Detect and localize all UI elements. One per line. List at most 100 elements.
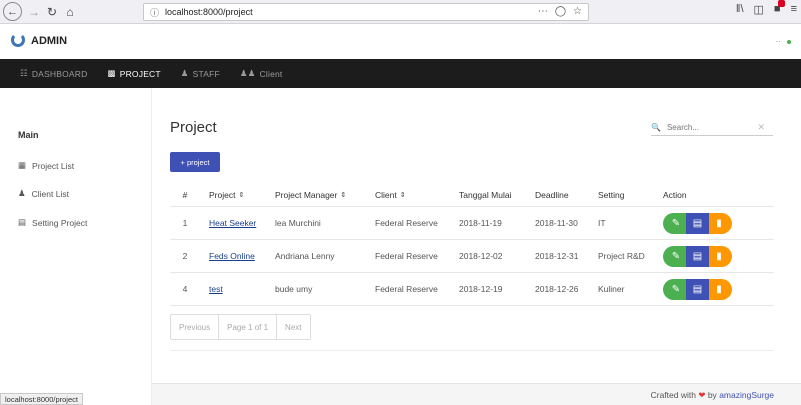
reload-icon[interactable]: ↻	[43, 3, 61, 21]
header-project[interactable]: Project ⇕	[209, 183, 244, 206]
action-button-group: ✎ ▤ ▮	[663, 278, 732, 300]
settings-icon: ▤	[18, 217, 27, 227]
previous-button[interactable]: Previous	[171, 315, 220, 339]
address-bar[interactable]: ⓘ localhost:8000/project ⋯ ◯ ☆	[143, 3, 589, 21]
clipboard-icon: ▤	[692, 217, 703, 229]
sidebar-title: Main	[18, 130, 39, 140]
nav-project[interactable]: ▩ PROJECT	[107, 68, 160, 79]
header-label: Project	[209, 189, 236, 200]
nav-client[interactable]: ♟♟ Client	[240, 68, 283, 79]
header-manager[interactable]: Project Manager ⇕	[275, 183, 346, 206]
page-info: Page 1 of 1	[219, 315, 278, 339]
delete-button[interactable]: ▮	[709, 278, 732, 300]
header-label: Client	[375, 189, 397, 200]
row-client: Federal Reserve	[375, 284, 438, 294]
sidebar-item-setting-project[interactable]: ▤ Setting Project	[18, 217, 87, 228]
row-number: 2	[182, 251, 188, 261]
author-link[interactable]: amazingSurge	[719, 390, 774, 400]
footer-credit: Crafted with ❤ by amazingSurge	[651, 390, 774, 401]
info-icon[interactable]: ⓘ	[150, 6, 159, 19]
status-bar-url: localhost:8000/project	[0, 393, 83, 405]
detail-button[interactable]: ▤	[686, 212, 709, 234]
project-link[interactable]: Heat Seeker	[209, 218, 256, 228]
logo-icon	[11, 33, 25, 47]
header-number: #	[182, 189, 188, 200]
add-project-button[interactable]: + project	[170, 152, 220, 172]
menu-icon[interactable]: ≡	[791, 3, 797, 16]
table-row: 2 Feds Online Andriana Lenny Federal Res…	[170, 240, 774, 273]
nav-staff[interactable]: ♟ STAFF	[181, 68, 220, 79]
nav-label: DASHBOARD	[31, 68, 88, 79]
extension-icon[interactable]: ■	[774, 0, 785, 16]
row-deadline: 2018-12-31	[535, 251, 579, 261]
group-icon: ♟	[18, 188, 26, 198]
forward-arrow-icon[interactable]: →	[25, 3, 43, 21]
trash-icon: ▮	[716, 217, 722, 229]
page-title: Project	[170, 119, 217, 136]
sidebar-item-client-list[interactable]: ♟ Client List	[18, 188, 69, 199]
trash-icon: ▮	[716, 283, 722, 295]
briefcase-icon: ▩	[107, 68, 116, 78]
row-manager: bude umy	[275, 284, 313, 294]
main-content: Project 🔍 ✕ + project # Project⇕ Project…	[152, 88, 801, 383]
row-manager: Andriana Lenny	[275, 251, 335, 261]
clear-icon[interactable]: ✕	[757, 122, 765, 133]
top-navigation: ☷ DASHBOARD ▩ PROJECT ♟ STAFF ♟♟ Client	[0, 59, 801, 88]
search-input[interactable]	[666, 123, 751, 132]
detail-button[interactable]: ▤	[686, 278, 709, 300]
sort-icon: ⇕	[238, 191, 245, 199]
pencil-icon: ✎	[671, 250, 681, 262]
next-button[interactable]: Next	[277, 315, 309, 339]
heart-icon: ❤	[698, 390, 706, 400]
brand-name: ADMIN	[31, 35, 68, 47]
back-arrow-icon[interactable]: ←	[3, 2, 22, 21]
sort-icon: ⇕	[340, 191, 347, 199]
pocket-icon[interactable]: ◯	[555, 6, 566, 17]
online-status-icon	[787, 39, 791, 44]
trash-icon: ▮	[716, 250, 722, 262]
person-icon: ♟	[180, 68, 189, 78]
bookmark-star-icon[interactable]: ☆	[573, 6, 582, 17]
footer: Crafted with ❤ by amazingSurge	[152, 383, 801, 405]
row-deadline: 2018-11-30	[535, 218, 578, 228]
sort-icon: ⇕	[399, 191, 406, 199]
header-client[interactable]: Client ⇕	[375, 183, 406, 206]
sidebar-toggle-icon[interactable]: ◫	[754, 3, 764, 16]
project-link[interactable]: test	[209, 284, 223, 294]
row-deadline: 2018-12-26	[535, 284, 579, 294]
footer-prefix: Crafted with	[650, 390, 696, 400]
home-icon[interactable]: ⌂	[61, 3, 79, 21]
row-number: 4	[182, 284, 188, 294]
detail-button[interactable]: ▤	[686, 245, 709, 267]
delete-button[interactable]: ▮	[709, 245, 732, 267]
nav-dashboard[interactable]: ☷ DASHBOARD	[20, 68, 87, 79]
row-client: Federal Reserve	[375, 251, 438, 261]
sidebar-item-project-list[interactable]: ▦ Project List	[18, 160, 74, 171]
grid-icon: ▦	[18, 160, 27, 170]
row-setting: IT	[598, 218, 606, 228]
dashboard-icon: ☷	[20, 68, 28, 78]
header-action: Action	[663, 189, 687, 200]
sidebar-item-label: Setting Project	[32, 217, 88, 228]
delete-button[interactable]: ▮	[709, 212, 732, 234]
notification-badge	[777, 0, 785, 7]
footer-by: by	[707, 390, 717, 400]
row-number: 1	[182, 218, 188, 228]
row-manager: lea Murchini	[275, 218, 321, 228]
header-setting: Setting	[598, 189, 625, 200]
library-icon[interactable]: ‖\	[736, 3, 744, 16]
header-deadline: Deadline	[535, 189, 569, 200]
table-header: # Project ⇕ Project Manager ⇕ Client ⇕ Tang…	[170, 183, 774, 207]
search-box[interactable]: 🔍 ✕	[651, 120, 773, 136]
user-menu[interactable]: ··	[776, 37, 791, 46]
divider	[170, 350, 774, 351]
edit-button[interactable]: ✎	[663, 245, 686, 267]
edit-button[interactable]: ✎	[663, 278, 686, 300]
clipboard-icon: ▤	[692, 283, 703, 295]
pencil-icon: ✎	[671, 217, 681, 229]
edit-button[interactable]: ✎	[663, 212, 686, 234]
nav-label: Client	[259, 68, 283, 79]
more-actions-icon[interactable]: ⋯	[538, 6, 548, 17]
clipboard-icon: ▤	[692, 250, 703, 262]
project-link[interactable]: Feds Online	[209, 251, 255, 261]
